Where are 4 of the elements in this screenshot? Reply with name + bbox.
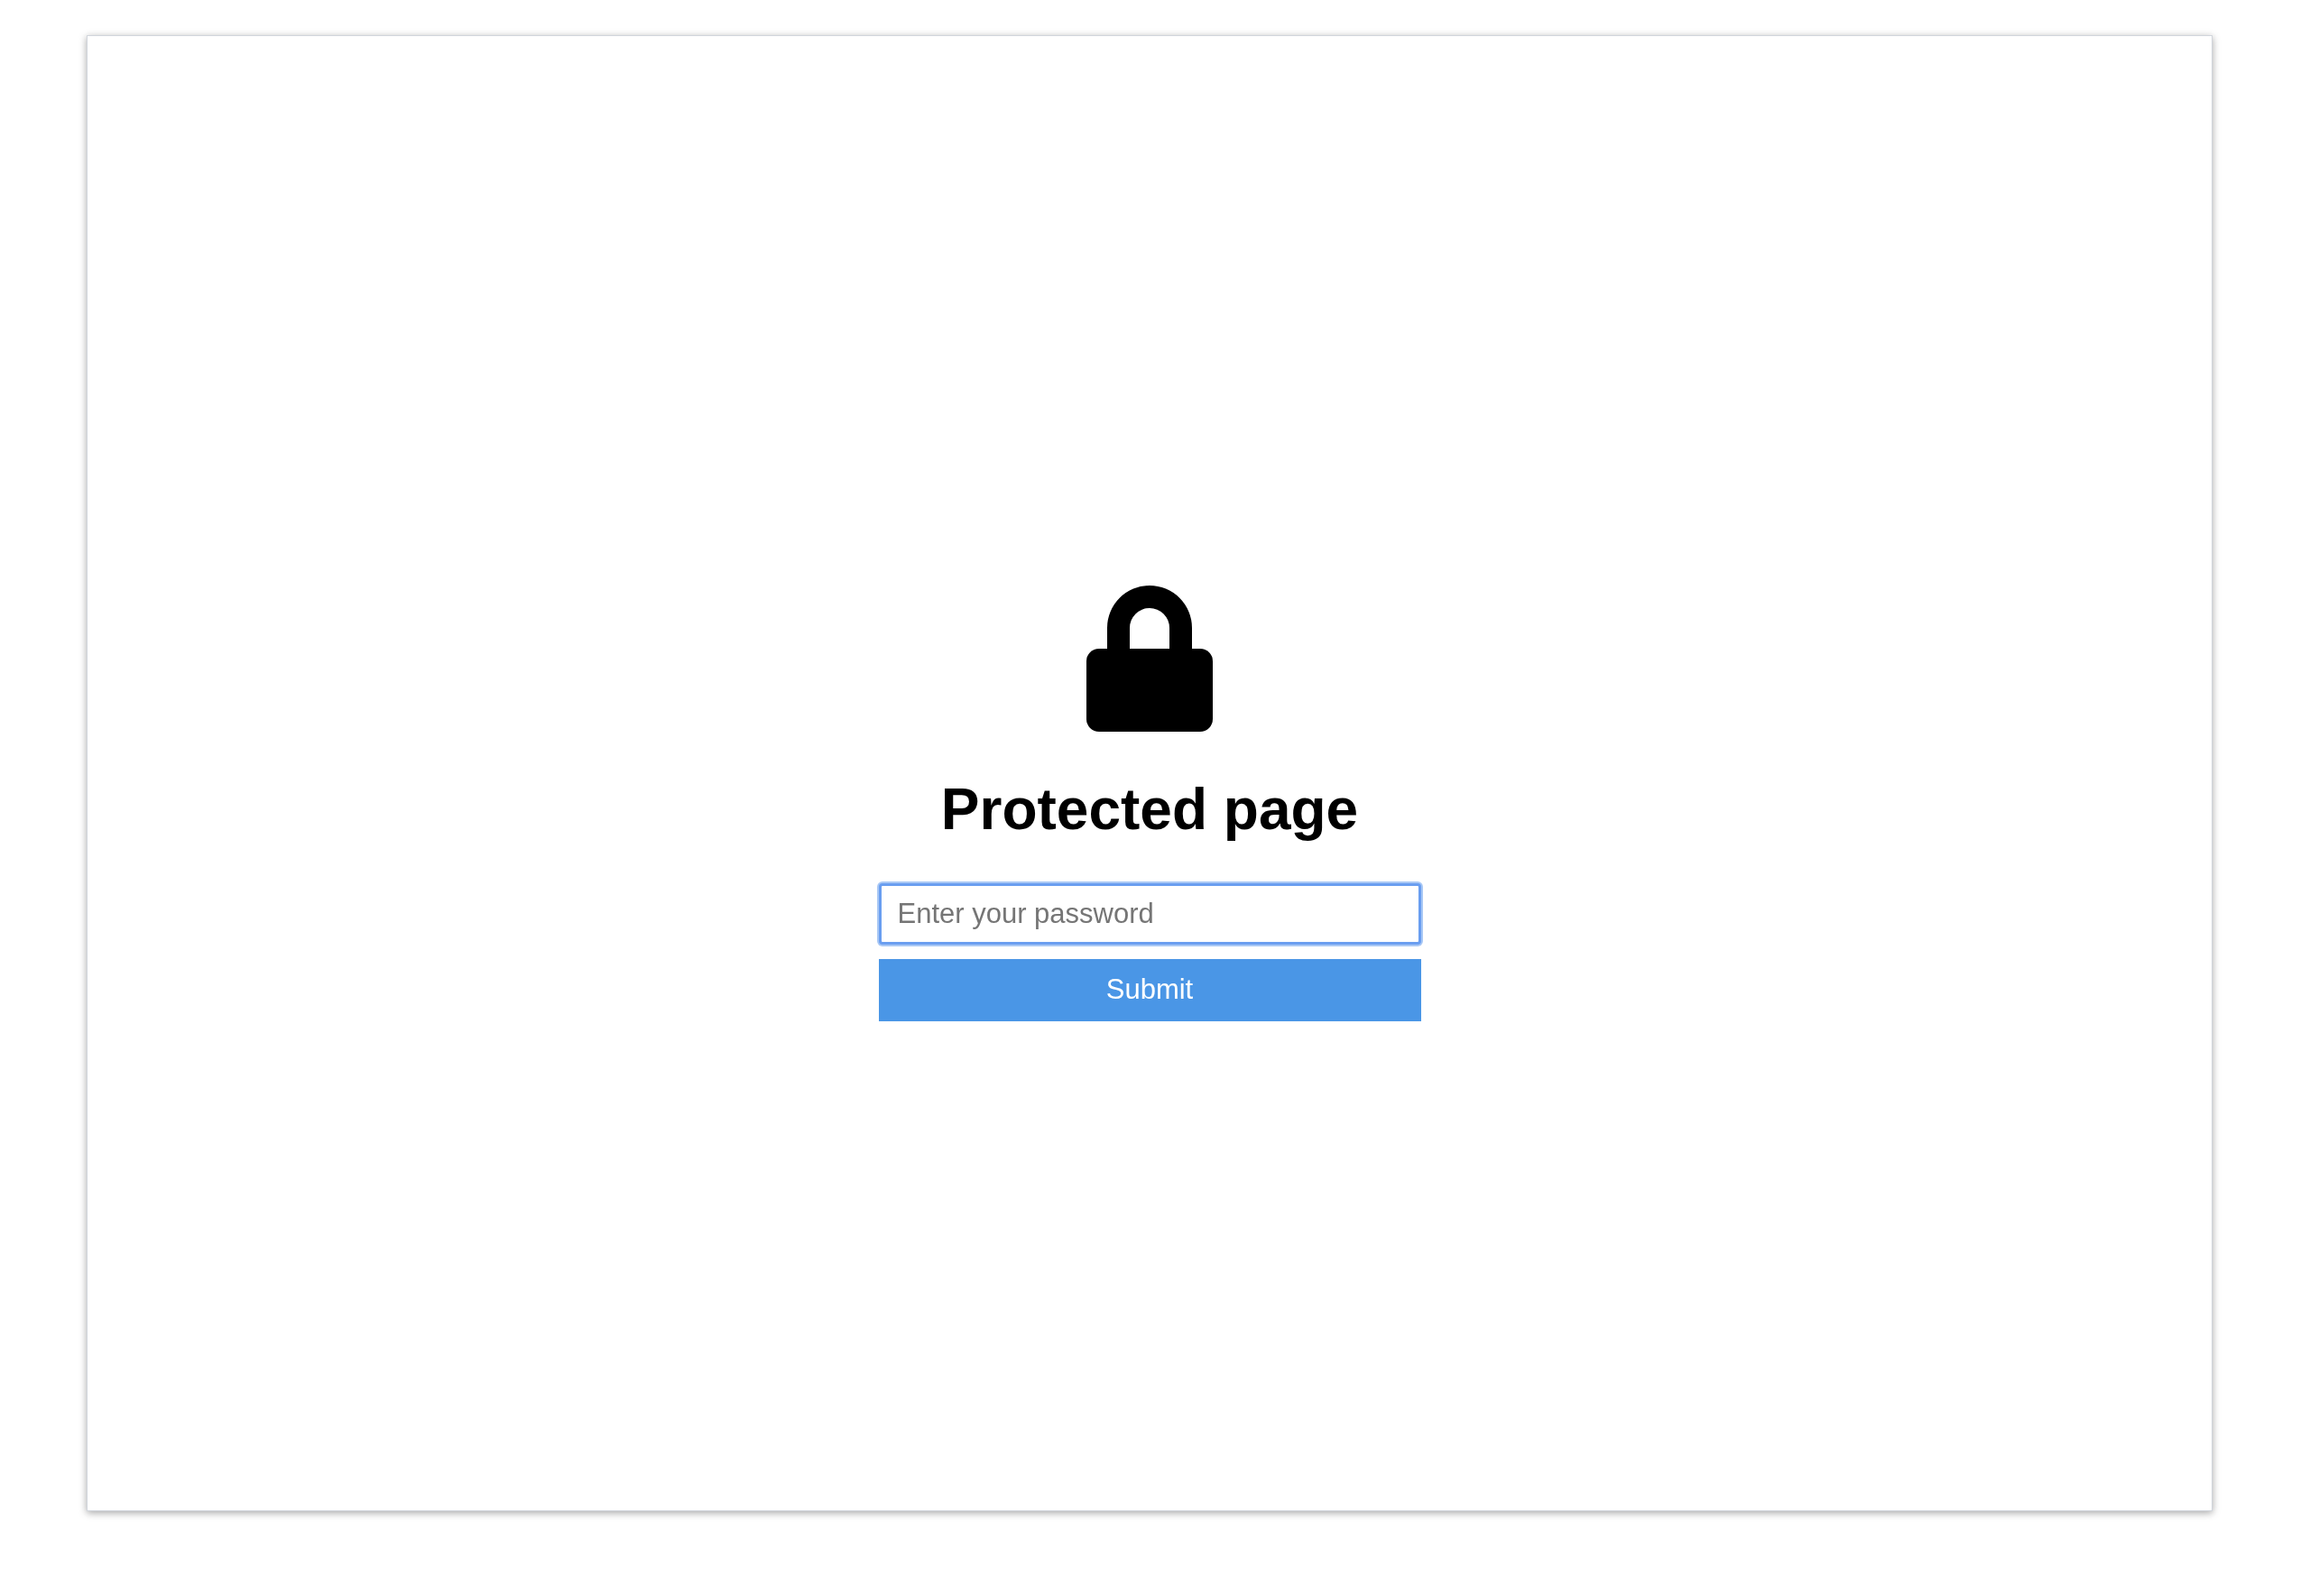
page-title: Protected page bbox=[940, 776, 1359, 844]
submit-button[interactable]: Submit bbox=[878, 958, 1421, 1021]
password-field[interactable]: Enter your password bbox=[878, 882, 1421, 945]
padlock-icon bbox=[1086, 586, 1213, 732]
